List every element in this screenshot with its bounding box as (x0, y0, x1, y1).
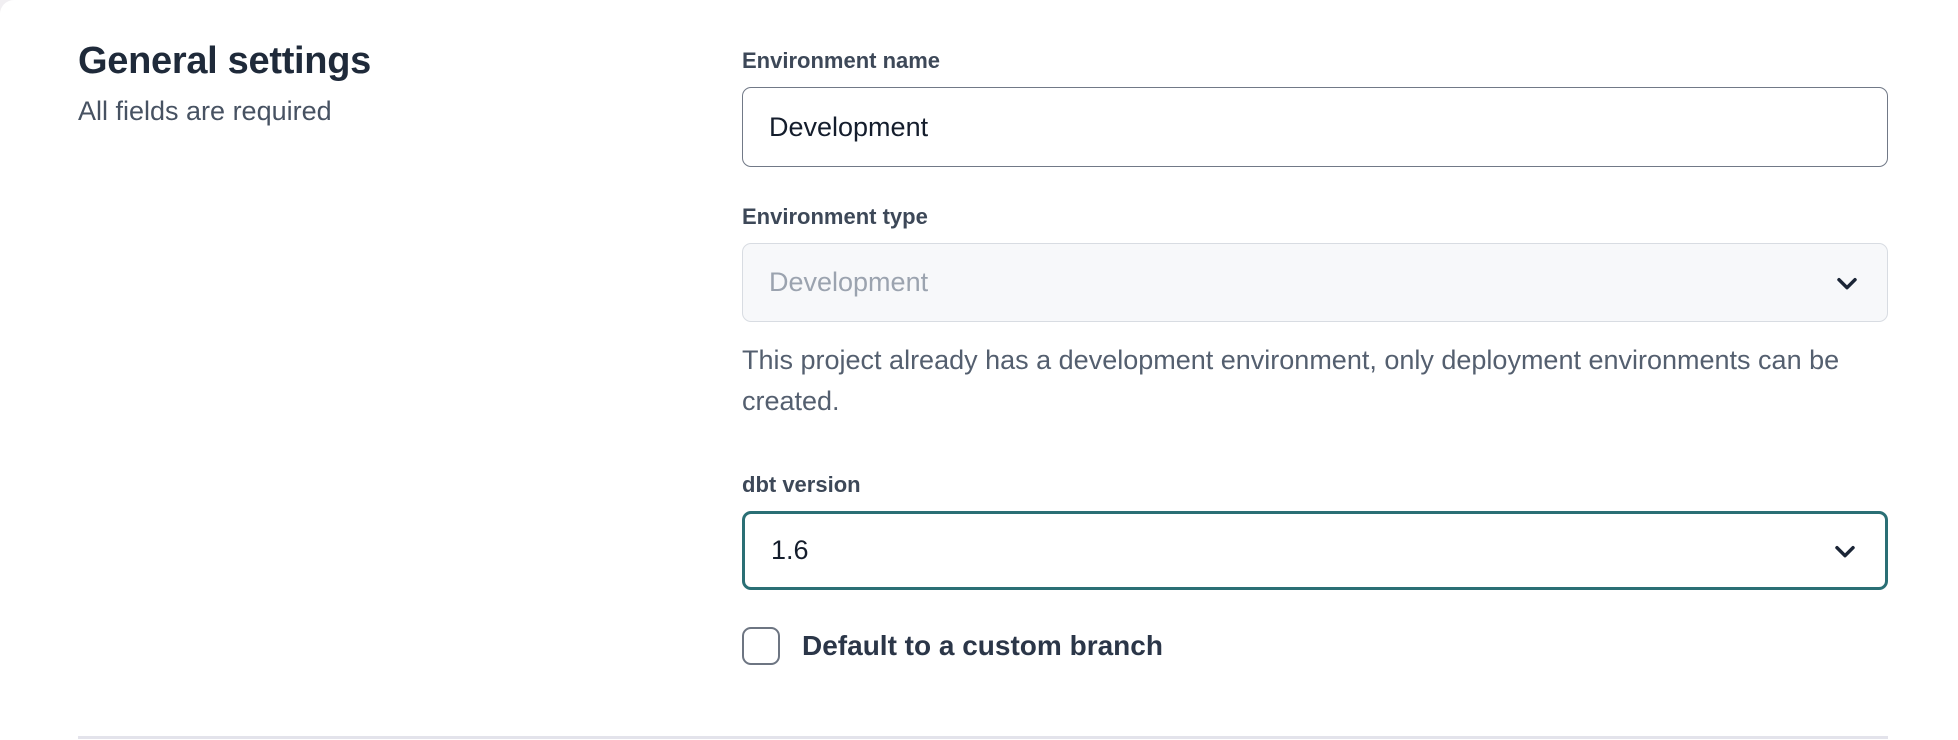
custom-branch-label: Default to a custom branch (802, 630, 1163, 662)
environment-type-field: Environment type Development This projec… (742, 204, 1888, 422)
general-settings-page: General settings All fields are required… (0, 0, 1958, 740)
dbt-version-label: dbt version (742, 472, 1888, 498)
page-title: General settings (78, 38, 742, 86)
section-divider (78, 736, 1888, 739)
chevron-down-icon (1829, 535, 1861, 567)
environment-type-label: Environment type (742, 204, 1888, 230)
custom-branch-row[interactable]: Default to a custom branch (742, 627, 1163, 665)
dbt-version-value: 1.6 (771, 535, 809, 566)
environment-type-select: Development (742, 243, 1888, 322)
custom-branch-checkbox[interactable] (742, 627, 780, 665)
dbt-version-select[interactable]: 1.6 (742, 511, 1888, 590)
environment-type-helper-text: This project already has a development e… (742, 340, 1852, 422)
window-corner-artifact (0, 0, 14, 14)
environment-name-field: Environment name (742, 48, 1888, 167)
environment-name-label: Environment name (742, 48, 1888, 74)
chevron-down-icon (1831, 267, 1863, 299)
dbt-version-field: dbt version 1.6 (742, 472, 1888, 590)
environment-settings-form: Environment name Environment type Develo… (742, 0, 1888, 740)
settings-header-column: General settings All fields are required (78, 0, 742, 740)
environment-name-input[interactable] (742, 87, 1888, 167)
page-subtitle: All fields are required (78, 96, 742, 127)
environment-type-value: Development (769, 267, 928, 298)
